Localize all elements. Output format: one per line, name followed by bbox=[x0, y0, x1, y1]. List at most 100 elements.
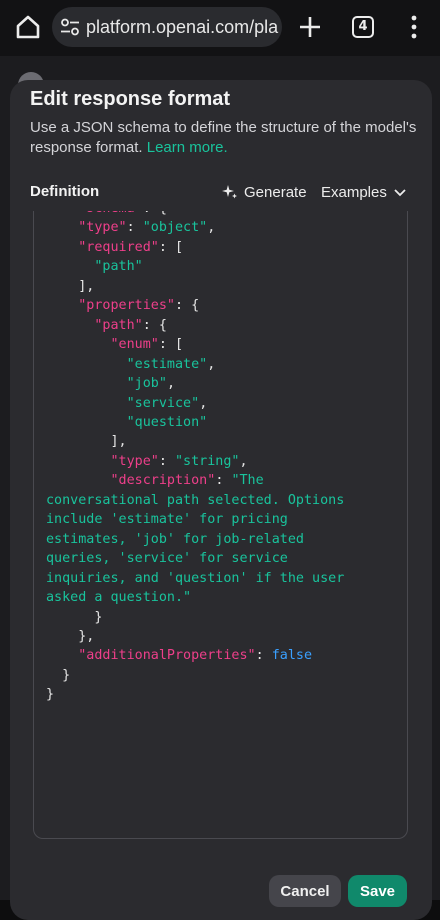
code-token: : bbox=[126, 220, 143, 236]
code-line: "service", bbox=[46, 394, 406, 413]
code-line: "type": "object", bbox=[46, 218, 406, 237]
code-line: } bbox=[46, 608, 406, 627]
tab-switcher-icon[interactable]: 4 bbox=[352, 16, 374, 38]
browser-toolbar: platform.openai.com/pla 4 bbox=[0, 0, 440, 56]
code-token: , bbox=[207, 220, 216, 236]
save-button[interactable]: Save bbox=[348, 875, 407, 907]
new-tab-plus-icon[interactable] bbox=[296, 13, 324, 41]
code-token: "path" bbox=[94, 259, 143, 275]
code-token: "type" bbox=[110, 453, 159, 469]
code-token: "type" bbox=[78, 220, 127, 236]
code-token: , bbox=[166, 376, 175, 392]
code-line: include 'estimate' for pricing bbox=[46, 510, 406, 529]
code-token: asked a question." bbox=[46, 590, 192, 606]
code-token: : [ bbox=[158, 239, 184, 255]
code-token: "job" bbox=[126, 376, 167, 392]
code-token: ], bbox=[46, 278, 95, 294]
code-line: } bbox=[46, 685, 406, 704]
code-token: "path" bbox=[94, 317, 143, 333]
code-token: "additionalProperties" bbox=[78, 648, 256, 664]
code-token: : bbox=[255, 648, 272, 664]
code-token: , bbox=[239, 453, 248, 469]
modal-title: Edit response format bbox=[30, 88, 231, 110]
code-line: "description": "The bbox=[46, 471, 406, 490]
code-content[interactable]: "schema": { "type": "object", "required"… bbox=[46, 211, 406, 705]
code-token: queries, 'service' for service bbox=[46, 551, 288, 567]
code-token: : bbox=[158, 453, 175, 469]
code-token: } bbox=[46, 667, 71, 683]
code-token: : bbox=[215, 473, 232, 489]
generate-label: Generate bbox=[244, 183, 307, 201]
code-token: "question" bbox=[126, 414, 208, 430]
edit-response-format-modal: Edit response format Use a JSON schema t… bbox=[10, 80, 432, 920]
code-token: : { bbox=[143, 211, 167, 216]
code-line: asked a question." bbox=[46, 588, 406, 607]
code-line: "question" bbox=[46, 413, 406, 432]
code-line: "job", bbox=[46, 374, 406, 393]
cancel-button[interactable]: Cancel bbox=[269, 875, 341, 907]
examples-label: Examples bbox=[321, 183, 387, 201]
code-token: "enum" bbox=[110, 337, 159, 353]
code-token: "schema" bbox=[78, 211, 143, 216]
code-line: estimates, 'job' for job-related bbox=[46, 530, 406, 549]
code-line: } bbox=[46, 666, 406, 685]
sparkle-icon bbox=[222, 185, 237, 199]
code-token: estimates, 'job' for job-related bbox=[46, 531, 304, 547]
code-token: "required" bbox=[78, 239, 159, 255]
generate-button[interactable]: Generate bbox=[222, 180, 307, 204]
code-line: conversational path selected. Options bbox=[46, 491, 406, 510]
code-line: "estimate", bbox=[46, 355, 406, 374]
code-line: "additionalProperties": false bbox=[46, 646, 406, 665]
code-token: "string" bbox=[175, 453, 240, 469]
url-text: platform.openai.com/pla bbox=[86, 17, 279, 37]
code-token: conversational path selected. Options bbox=[46, 492, 345, 508]
learn-more-link[interactable]: Learn more. bbox=[147, 139, 228, 156]
code-token: }, bbox=[46, 628, 95, 644]
code-token: "The bbox=[231, 473, 264, 489]
code-line: ], bbox=[46, 277, 406, 296]
code-token: "object" bbox=[142, 220, 208, 236]
code-line: "path" bbox=[46, 257, 406, 276]
code-line: }, bbox=[46, 627, 406, 646]
code-line: inquiries, and 'question' if the user bbox=[46, 569, 406, 588]
code-line: "schema": { bbox=[46, 211, 406, 218]
site-settings-icon[interactable] bbox=[60, 18, 80, 36]
examples-dropdown[interactable]: Examples bbox=[321, 180, 407, 204]
code-line: "path": { bbox=[46, 316, 406, 335]
code-token: } bbox=[46, 609, 103, 625]
address-bar[interactable]: platform.openai.com/pla bbox=[52, 7, 282, 47]
code-line: "required": [ bbox=[46, 238, 406, 257]
code-line: queries, 'service' for service bbox=[46, 549, 406, 568]
code-token: } bbox=[46, 687, 55, 703]
code-token: : { bbox=[142, 317, 167, 333]
code-token: ], bbox=[46, 434, 127, 450]
code-token: "service" bbox=[126, 395, 200, 411]
code-token: include 'estimate' for pricing bbox=[46, 512, 288, 528]
code-token: , bbox=[207, 356, 216, 372]
overflow-menu-icon[interactable] bbox=[404, 14, 424, 40]
home-icon[interactable] bbox=[14, 13, 42, 41]
code-token: "properties" bbox=[78, 298, 175, 314]
schema-editor[interactable]: "schema": { "type": "object", "required"… bbox=[33, 211, 408, 839]
chevron-down-icon bbox=[394, 189, 406, 197]
code-token: , bbox=[199, 395, 208, 411]
code-line: ], bbox=[46, 432, 406, 451]
code-token: : [ bbox=[158, 337, 184, 353]
code-line: "type": "string", bbox=[46, 452, 406, 471]
code-line: "enum": [ bbox=[46, 335, 406, 354]
code-token: "description" bbox=[110, 473, 216, 489]
modal-footer: Cancel Save bbox=[10, 870, 432, 920]
code-token: "estimate" bbox=[126, 356, 208, 372]
